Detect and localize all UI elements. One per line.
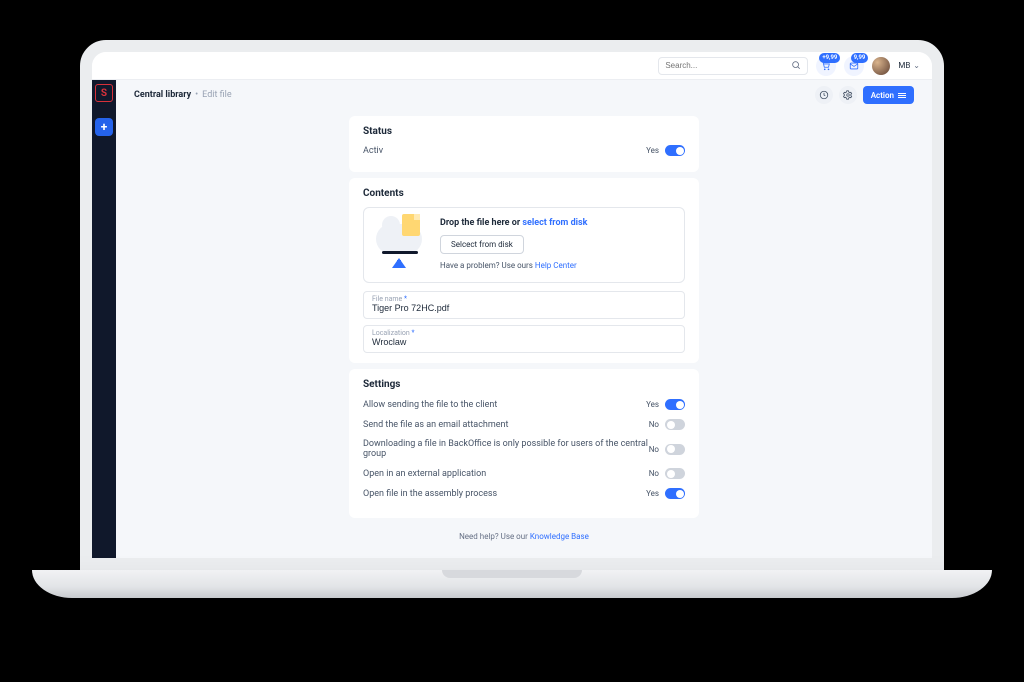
contents-card: Contents Drop the file [349, 178, 699, 363]
topbar: +9,99 9,99 MB ⌄ [92, 52, 932, 80]
setting-value: No [649, 469, 659, 478]
inbox-button[interactable]: 9,99 [844, 56, 864, 76]
camera-dot [509, 45, 515, 51]
app-logo[interactable]: S [95, 84, 113, 102]
dropzone-help: Have a problem? Use ours Help Center [440, 261, 587, 270]
breadcrumb-root[interactable]: Central library [134, 90, 191, 100]
setting-label: Send the file as an email attachment [363, 420, 508, 430]
setting-toggle[interactable] [665, 419, 685, 430]
page: Central library • Edit file [116, 80, 932, 558]
laptop-base [32, 570, 992, 598]
setting-value: No [649, 420, 659, 429]
setting-value: No [649, 445, 659, 454]
action-button[interactable]: Action [863, 86, 914, 104]
setting-value: Yes [646, 489, 659, 498]
localization-field[interactable]: Localization * [363, 325, 685, 353]
search-icon [791, 60, 801, 72]
setting-toggle[interactable] [665, 488, 685, 499]
select-from-disk-link[interactable]: select from disk [522, 218, 587, 228]
setting-value: Yes [646, 400, 659, 409]
setting-label: Open in an external application [363, 469, 486, 479]
setting-row: Open in an external application No [363, 468, 685, 479]
dropzone-prefix: Drop the file here or [440, 218, 522, 228]
setting-toggle[interactable] [665, 399, 685, 410]
menu-icon [898, 93, 906, 98]
avatar[interactable] [872, 57, 890, 75]
breadcrumb-separator: • [195, 90, 198, 100]
cart-button[interactable]: +9,99 [816, 56, 836, 76]
action-button-label: Action [871, 91, 894, 100]
file-name-label: File name * [372, 295, 676, 303]
search-input[interactable] [658, 57, 808, 75]
inbox-badge: 9,99 [851, 53, 869, 63]
side-rail: S + [92, 80, 116, 558]
localization-label: Localization * [372, 329, 676, 337]
breadcrumb: Central library • Edit file [134, 90, 232, 100]
user-menu[interactable]: MB ⌄ [898, 61, 920, 70]
cart-badge: +9,99 [819, 53, 840, 63]
setting-label: Allow sending the file to the client [363, 400, 497, 410]
file-name-input[interactable] [372, 303, 676, 313]
file-dropzone[interactable]: Drop the file here or select from disk S… [363, 207, 685, 283]
breadcrumb-leaf: Edit file [202, 90, 231, 100]
laptop-mockup: +9,99 9,99 MB ⌄ S + [80, 40, 944, 640]
page-header: Central library • Edit file [116, 80, 932, 110]
file-name-field[interactable]: File name * [363, 291, 685, 319]
status-toggle[interactable] [665, 145, 685, 156]
setting-toggle[interactable] [665, 468, 685, 479]
settings-title: Settings [363, 379, 685, 390]
setting-row: Open file in the assembly process Yes [363, 488, 685, 499]
setting-row: Downloading a file in BackOffice is only… [363, 439, 685, 459]
dropzone-help-prefix: Have a problem? Use ours [440, 261, 535, 270]
add-button[interactable]: + [95, 118, 113, 136]
contents-title: Contents [363, 188, 685, 199]
status-label: Activ [363, 146, 383, 156]
status-card: Status Activ Yes [349, 116, 699, 172]
footer-help: Need help? Use our Knowledge Base [116, 532, 932, 541]
upload-illustration [376, 218, 428, 266]
select-from-disk-button[interactable]: Selcect from disk [440, 235, 524, 254]
search-field[interactable] [665, 61, 791, 70]
status-value: Yes [646, 146, 659, 155]
localization-input[interactable] [372, 337, 676, 347]
setting-row: Allow sending the file to the client Yes [363, 399, 685, 410]
user-initials: MB [898, 61, 910, 70]
chevron-down-icon: ⌄ [913, 61, 920, 70]
setting-label: Downloading a file in BackOffice is only… [363, 439, 649, 459]
status-title: Status [363, 126, 685, 137]
dropzone-text: Drop the file here or select from disk [440, 218, 587, 228]
clock-icon-button[interactable] [815, 86, 833, 104]
knowledge-base-link[interactable]: Knowledge Base [530, 532, 589, 541]
help-center-link[interactable]: Help Center [535, 261, 577, 270]
gear-icon-button[interactable] [839, 86, 857, 104]
screen: +9,99 9,99 MB ⌄ S + [80, 40, 944, 570]
settings-card: Settings Allow sending the file to the c… [349, 369, 699, 518]
setting-label: Open file in the assembly process [363, 489, 497, 499]
setting-toggle[interactable] [665, 444, 685, 455]
setting-row: Send the file as an email attachment No [363, 419, 685, 430]
footer-help-prefix: Need help? Use our [459, 532, 530, 541]
